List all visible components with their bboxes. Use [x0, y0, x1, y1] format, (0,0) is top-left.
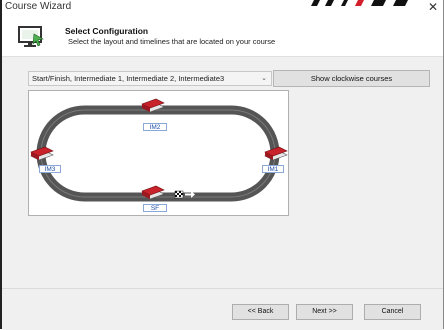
course-wizard-icon: [18, 26, 44, 47]
transponder-icon: [30, 146, 54, 161]
next-button[interactable]: Next >>: [296, 304, 353, 320]
show-clockwise-courses-button[interactable]: Show clockwise courses: [273, 70, 430, 87]
cancel-button[interactable]: Cancel: [364, 304, 421, 320]
checkered-flag-icon: [174, 190, 184, 199]
chevron-down-icon[interactable]: ⌄: [261, 72, 267, 85]
course-preview: IM2 IM3 IM1 SF: [28, 90, 289, 216]
track-diagram: [30, 98, 288, 202]
timeline-label-im2: IM2: [143, 123, 167, 131]
transponder-icon: [264, 146, 288, 161]
header-subtitle: Select the layout and timelines that are…: [68, 37, 276, 46]
window-title: Course Wizard: [5, 1, 72, 12]
title-bar: Course Wizard ✕: [2, 0, 443, 16]
timeline-label-im3: IM3: [39, 165, 61, 173]
configuration-select[interactable]: Start/Finish, Intermediate 1, Intermedia…: [28, 71, 272, 86]
wizard-footer: << Back Next >> Cancel: [2, 288, 443, 330]
wizard-header: Select Configuration Select the layout a…: [2, 16, 443, 57]
close-button[interactable]: ✕: [426, 0, 440, 14]
timeline-label-im1: IM1: [262, 165, 284, 173]
brand-logo-fragment: [311, 0, 408, 6]
header-title: Select Configuration: [65, 26, 149, 36]
configuration-select-value: Start/Finish, Intermediate 1, Intermedia…: [32, 74, 225, 83]
timeline-label-sf: SF: [143, 204, 167, 212]
back-button[interactable]: << Back: [232, 304, 289, 320]
course-wizard-window: Course Wizard ✕ Select Configuration Sel…: [0, 0, 444, 330]
wizard-content: Start/Finish, Intermediate 1, Intermedia…: [2, 57, 443, 288]
